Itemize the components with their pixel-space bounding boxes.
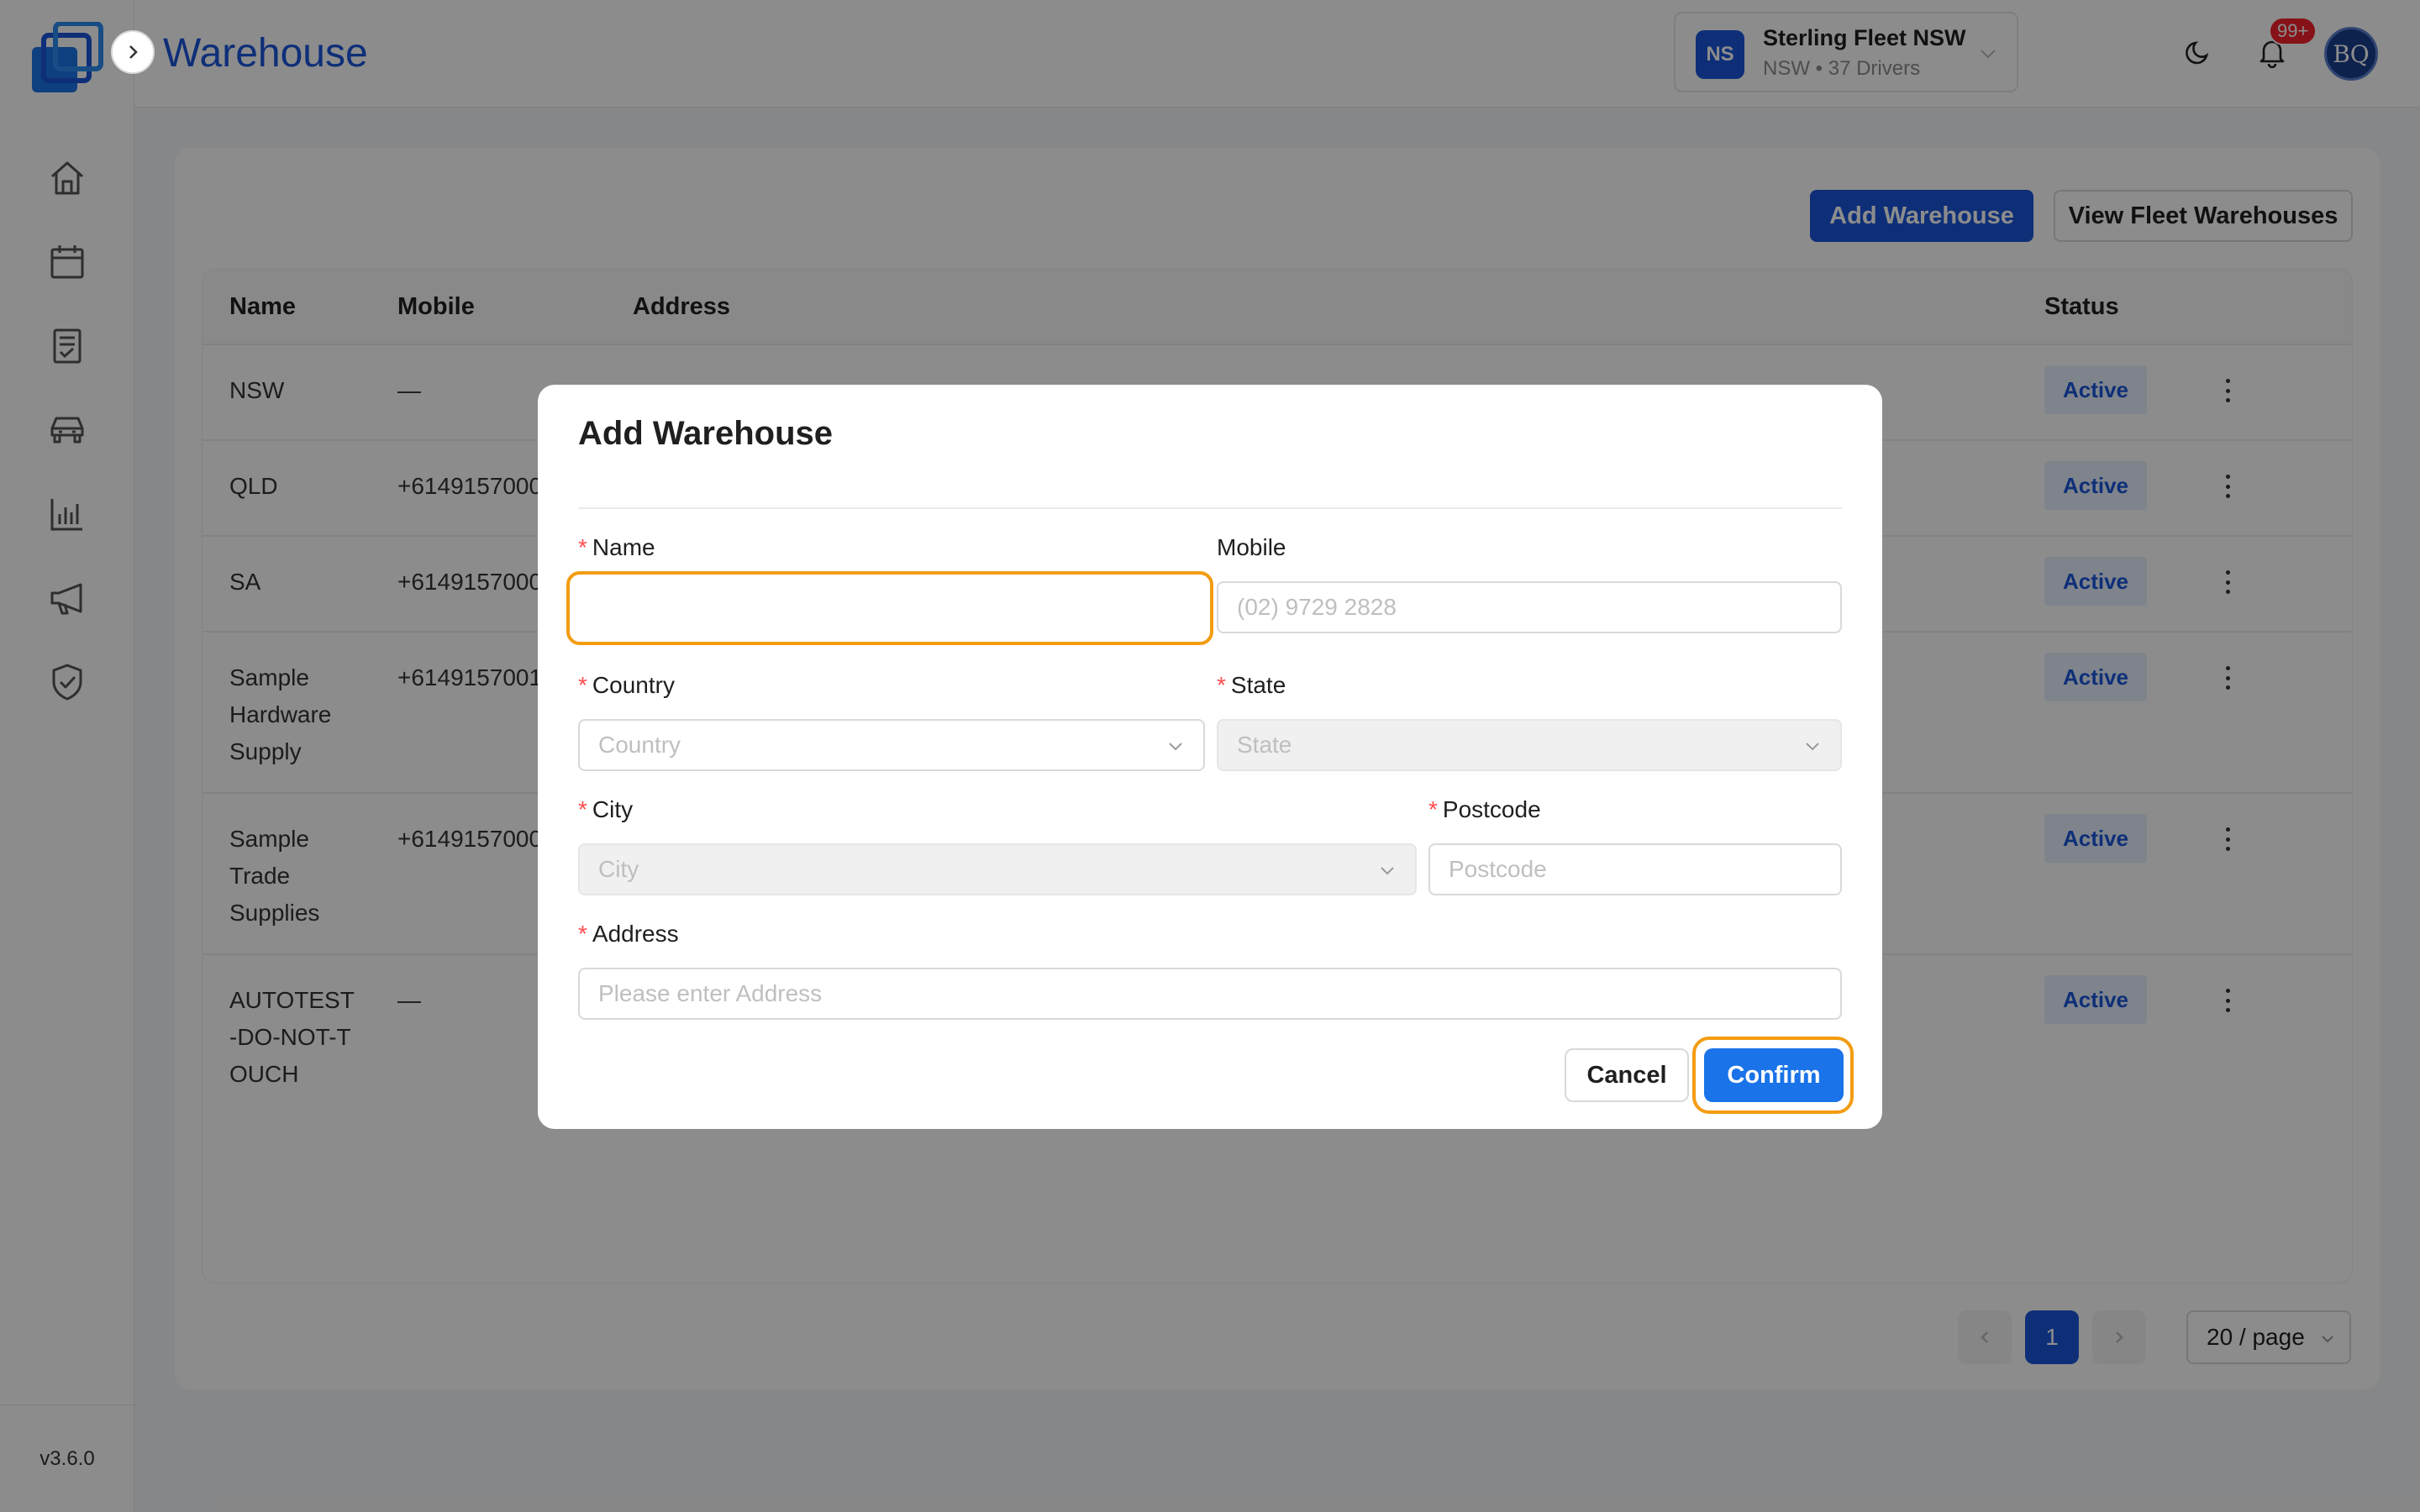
name-input[interactable] <box>566 571 1213 645</box>
country-placeholder: Country <box>598 732 681 758</box>
name-label: * Name <box>578 534 655 560</box>
address-label: * Address <box>578 921 679 947</box>
add-warehouse-modal: Add Warehouse * Name Mobile (02) 9729 282… <box>538 385 1882 1129</box>
cancel-button[interactable]: Cancel <box>1565 1048 1689 1102</box>
sidebar-expand-button[interactable] <box>111 30 155 74</box>
modal-divider <box>578 507 1842 509</box>
postcode-input[interactable]: Postcode <box>1428 843 1842 895</box>
state-label: * State <box>1217 672 1286 698</box>
required-marker: * <box>1217 672 1226 698</box>
city-select[interactable]: City <box>578 843 1417 895</box>
required-marker: * <box>578 672 587 698</box>
chevron-down-icon <box>1169 743 1182 751</box>
chevron-down-icon <box>1381 867 1394 875</box>
confirm-button[interactable]: Confirm <box>1704 1048 1844 1102</box>
required-marker: * <box>578 921 587 947</box>
city-label: * City <box>578 796 634 822</box>
country-label: * Country <box>578 672 675 698</box>
required-marker: * <box>578 534 587 560</box>
postcode-label: * Postcode <box>1428 796 1541 822</box>
country-select[interactable]: Country <box>578 719 1205 771</box>
state-select[interactable]: State <box>1217 719 1842 771</box>
required-marker: * <box>578 796 587 822</box>
chevron-right-icon <box>129 45 138 59</box>
modal-title: Add Warehouse <box>578 415 833 452</box>
required-marker: * <box>1428 796 1438 822</box>
mobile-label: Mobile <box>1217 534 1286 560</box>
address-input[interactable]: Please enter Address <box>578 968 1842 1020</box>
mobile-input[interactable]: (02) 9729 2828 <box>1217 581 1842 633</box>
city-placeholder: City <box>598 856 639 882</box>
state-placeholder: State <box>1237 732 1292 758</box>
chevron-down-icon <box>1806 743 1819 751</box>
